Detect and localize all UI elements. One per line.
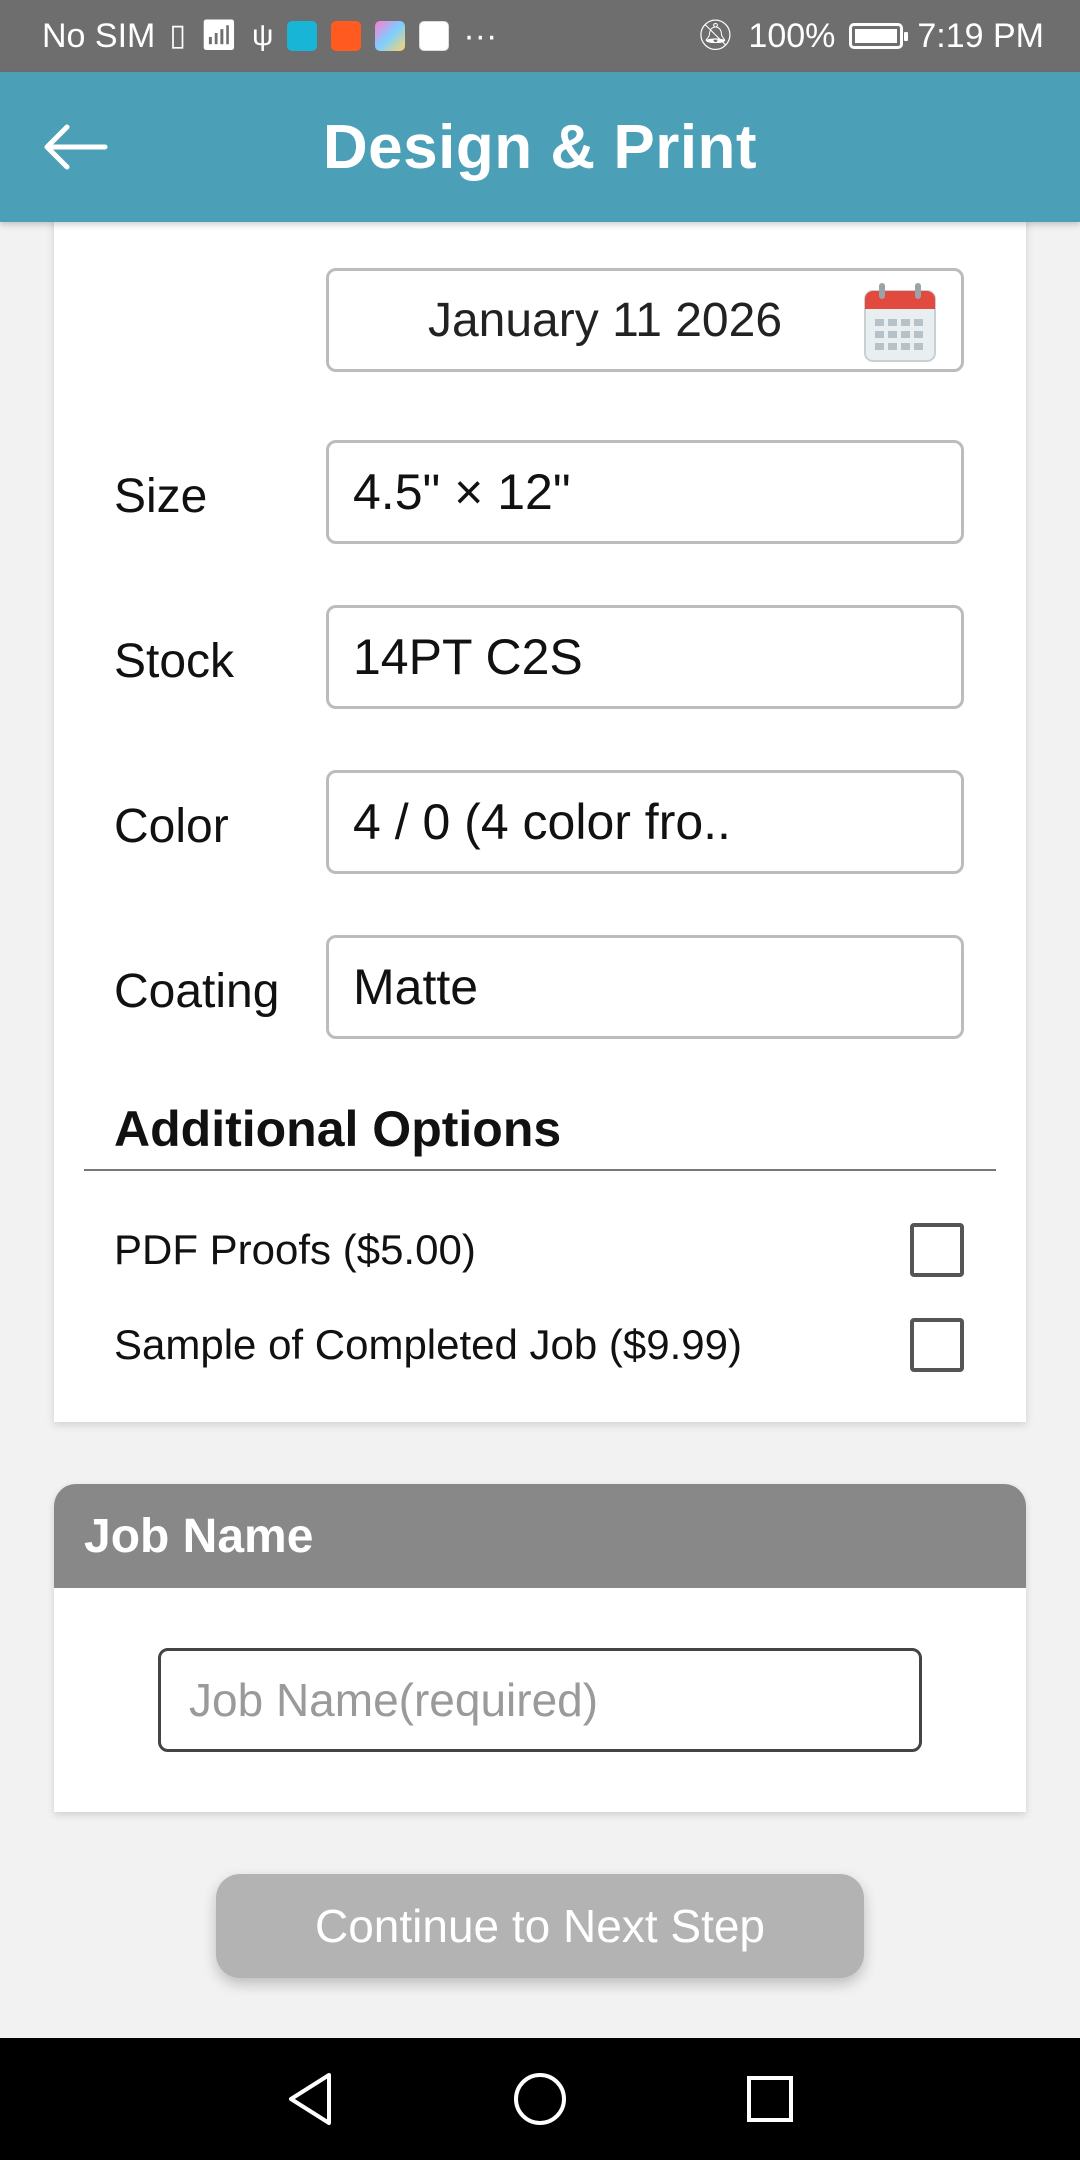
date-picker-field[interactable]: January 11 2026 [326, 268, 964, 372]
battery-percent: 100% [748, 16, 836, 55]
pdf-proofs-option[interactable]: PDF Proofs ($5.00) [114, 1215, 964, 1285]
section-divider [84, 1169, 996, 1171]
app-bar: Design & Print [0, 72, 1080, 222]
notification-app-icon-4 [419, 21, 450, 51]
additional-options-title: Additional Options [114, 1101, 562, 1157]
job-name-input[interactable] [158, 1648, 922, 1752]
pdf-proofs-checkbox[interactable] [910, 1223, 964, 1277]
more-notifications-icon: ··· [463, 16, 498, 55]
notification-app-icon-1 [287, 21, 318, 51]
date-value: January 11 2026 [427, 293, 783, 347]
sim-icon: ▯ [169, 19, 186, 52]
sample-job-checkbox[interactable] [910, 1318, 964, 1372]
coating-row: Coating Matte [54, 935, 1026, 1039]
color-label: Color [114, 799, 229, 853]
nav-back-button[interactable] [250, 2038, 370, 2160]
size-field[interactable]: 4.5" × 12" [326, 440, 964, 544]
stock-label: Stock [114, 634, 235, 688]
back-arrow-icon [44, 124, 108, 170]
nav-back-icon [289, 2073, 331, 2125]
carrier-text: No SIM [42, 16, 156, 55]
sample-job-label: Sample of Completed Job ($9.99) [114, 1321, 743, 1368]
nav-home-button[interactable] [480, 2038, 600, 2160]
nav-recents-button[interactable] [710, 2038, 830, 2160]
battery-icon [849, 23, 909, 49]
coating-label: Coating [114, 964, 280, 1018]
date-row: January 11 2026 [54, 268, 1026, 372]
notification-app-icon-3 [375, 21, 406, 51]
calendar-icon[interactable] [863, 281, 937, 363]
job-name-header: Job Name [54, 1484, 1026, 1588]
nav-recents-icon [747, 2076, 793, 2122]
status-left: No SIM ▯ 📶︎ ψ ··· [42, 17, 497, 56]
system-nav-bar [0, 2038, 1080, 2160]
pdf-proofs-label: PDF Proofs ($5.00) [114, 1226, 476, 1273]
nav-home-icon [514, 2073, 566, 2125]
usb-icon: ψ [251, 19, 274, 52]
stock-row: Stock 14PT C2S [54, 605, 1026, 709]
continue-button[interactable]: Continue to Next Step [216, 1874, 864, 1978]
size-label: Size [114, 469, 208, 523]
status-bar: No SIM ▯ 📶︎ ψ ··· 🔕︎ 100% 7:19 PM [0, 0, 1080, 72]
color-row: Color 4 / 0 (4 color fro.. [54, 770, 1026, 874]
back-button[interactable] [36, 114, 116, 180]
job-name-card: Job Name [54, 1484, 1026, 1812]
notification-app-icon-2 [331, 21, 362, 51]
stock-field[interactable]: 14PT C2S [326, 605, 964, 709]
color-field[interactable]: 4 / 0 (4 color fro.. [326, 770, 964, 874]
page-title: Design & Print [322, 112, 758, 182]
print-options-card: January 11 2026 Size 4.5" × 12" Stock 14… [54, 190, 1026, 1422]
clock: 7:19 PM [917, 16, 1044, 55]
status-right: 🔕︎ 100% 7:19 PM [696, 17, 1044, 56]
sample-job-option[interactable]: Sample of Completed Job ($9.99) [114, 1310, 964, 1380]
wifi-icon: 📶︎ [199, 19, 238, 52]
coating-field[interactable]: Matte [326, 935, 964, 1039]
mute-icon: 🔕︎ [696, 19, 735, 52]
size-row: Size 4.5" × 12" [54, 440, 1026, 544]
